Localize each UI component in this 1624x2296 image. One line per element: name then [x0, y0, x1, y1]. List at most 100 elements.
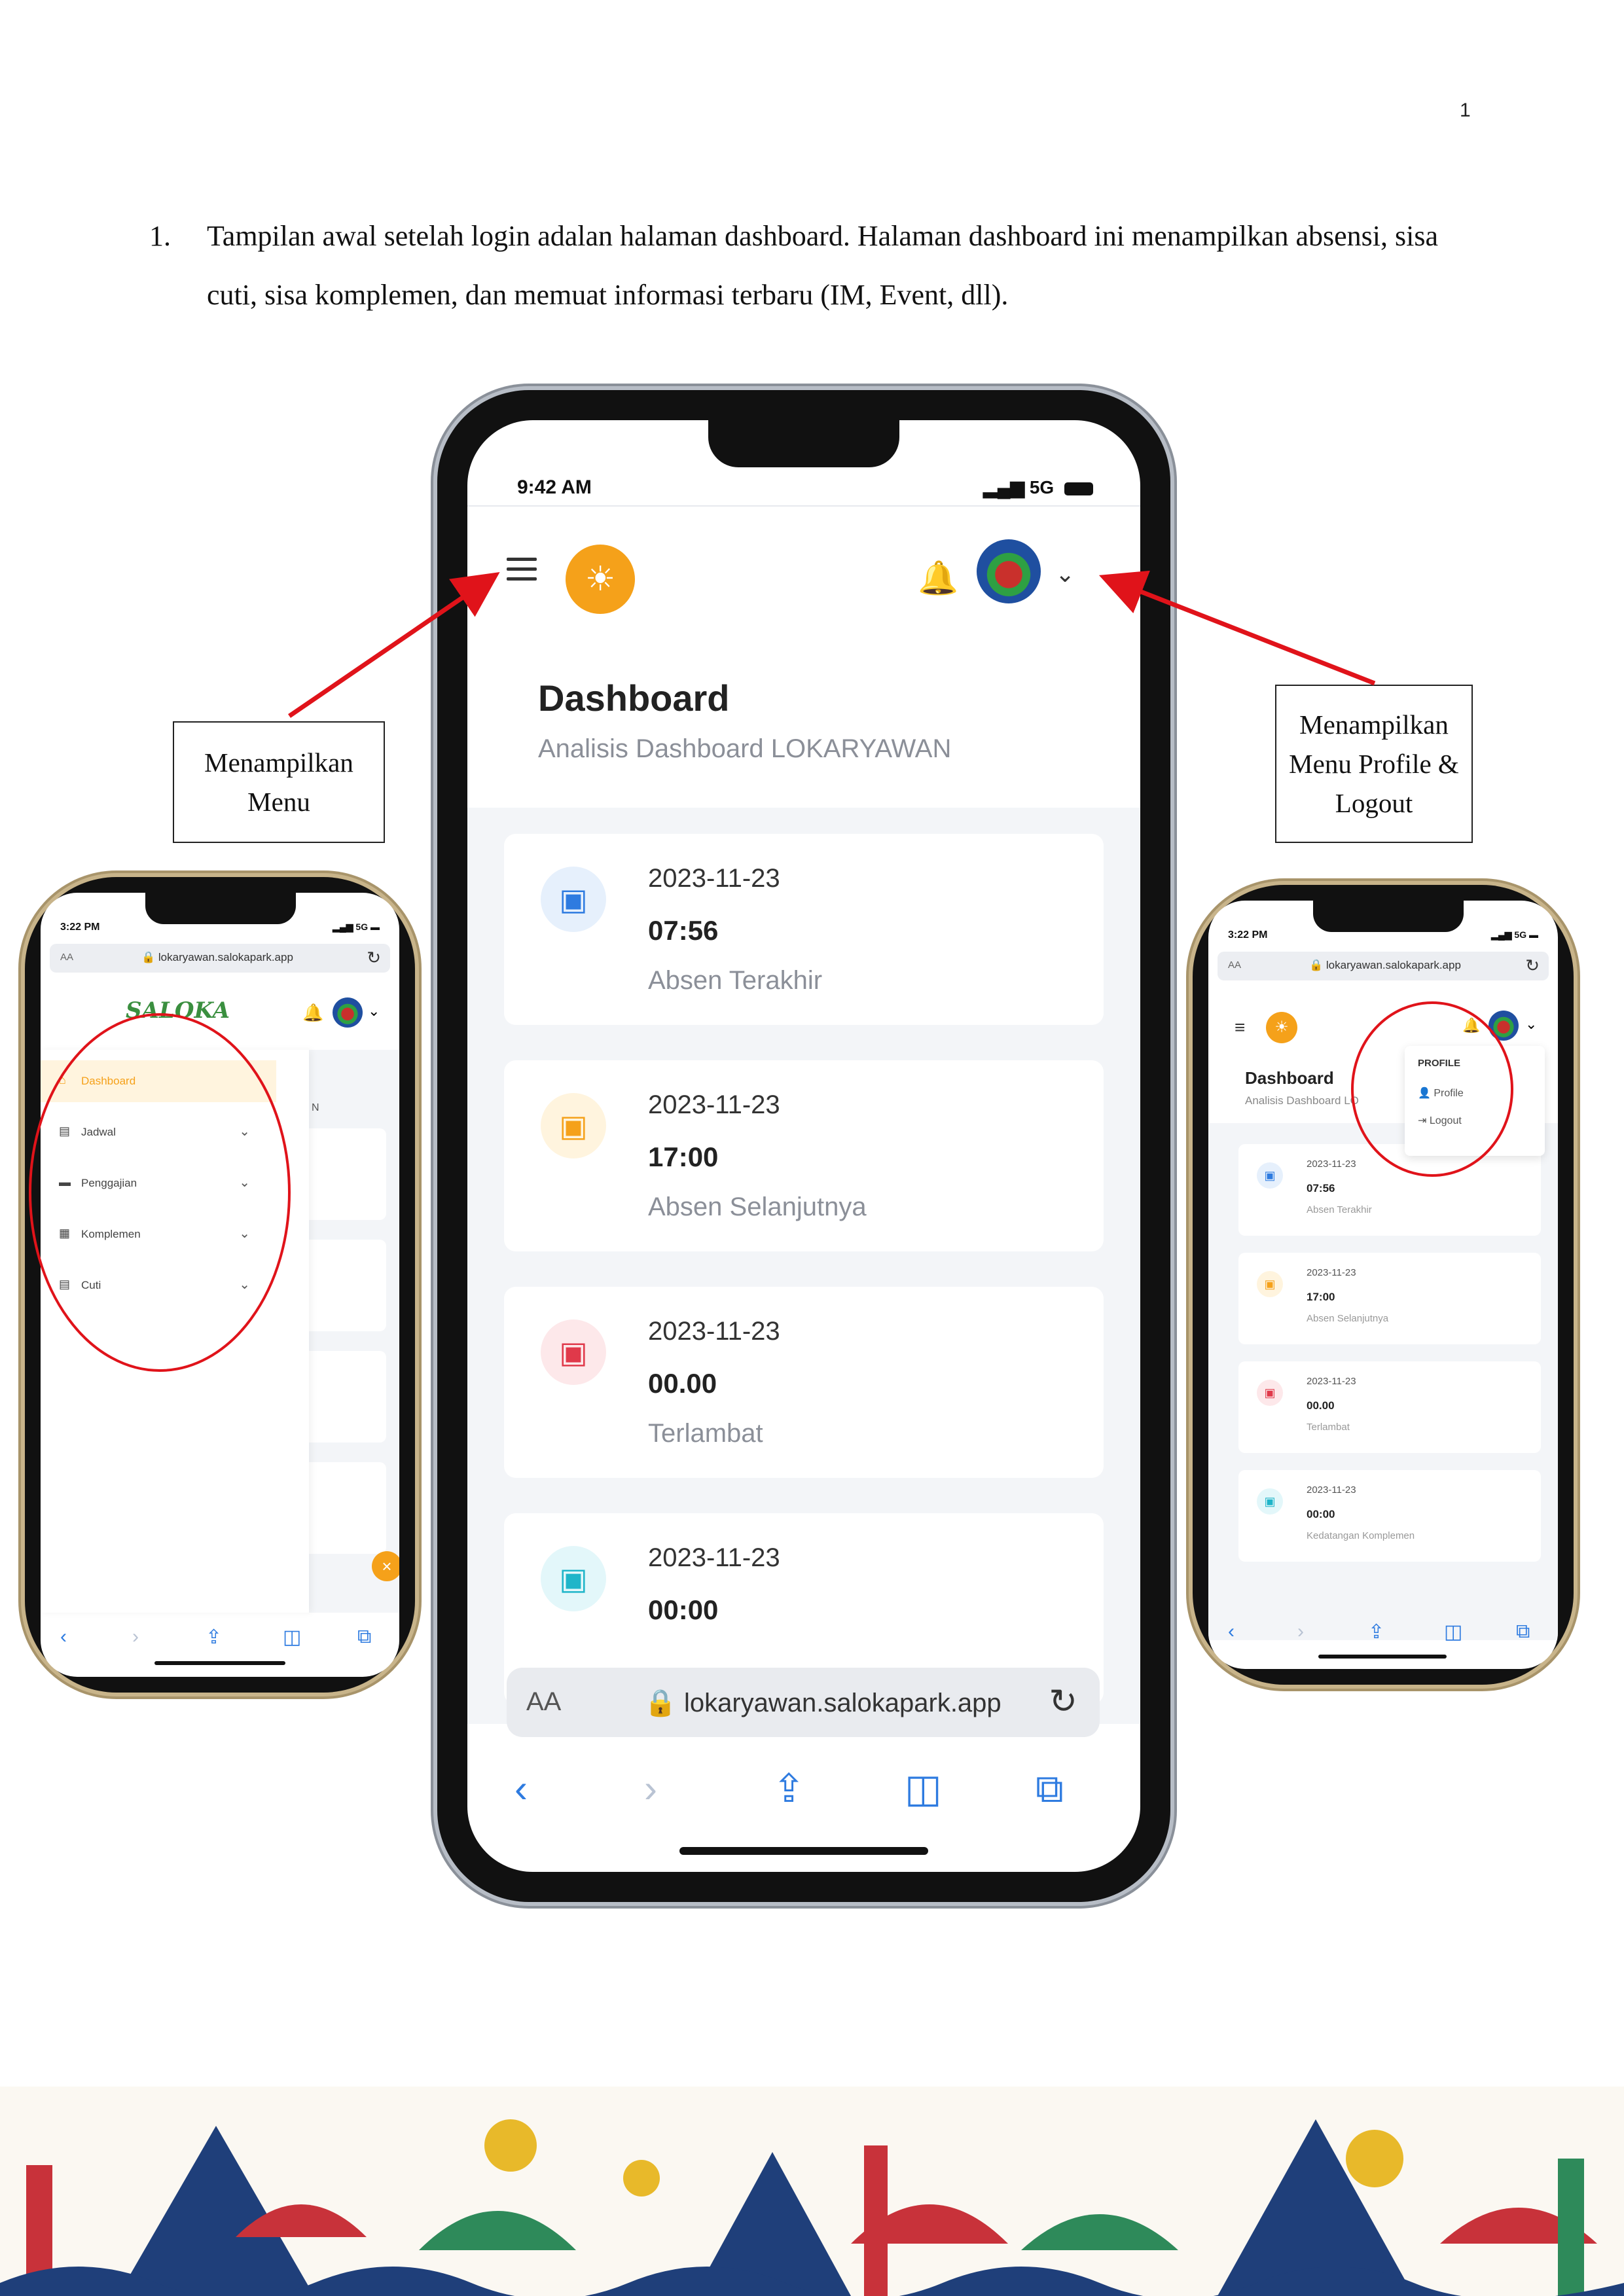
browser-address-bar[interactable]: AA 🔒 lokaryawan.salokapark.app ↻	[50, 944, 390, 973]
card-time: 17:00	[648, 1141, 719, 1172]
status-indicators: ▂▄▆ 5G ▬	[1491, 929, 1538, 940]
sidebar-item-komplemen[interactable]: ▦ Komplemen ⌄	[41, 1213, 276, 1255]
sun-logo-icon[interactable]: ☀	[1266, 1012, 1297, 1043]
callout-menu: Menampilkan Menu	[173, 721, 385, 843]
attendance-card[interactable]: ▣ 2023-11-23 07:56 Absen Terakhir	[504, 834, 1104, 1025]
right-phone-screen: 3:22 PM ▂▄▆ 5G ▬ AA 🔒 lokaryawan.salokap…	[1208, 901, 1558, 1669]
avatar[interactable]	[1489, 1011, 1519, 1041]
attendance-card[interactable]: ▣ 2023-11-23 17:00 Absen Selanjutnya	[1238, 1253, 1541, 1344]
sidebar-item-cuti[interactable]: ▤ Cuti ⌄	[41, 1265, 276, 1306]
intro-text: Tampilan awal setelah login adalan halam…	[207, 220, 1438, 311]
status-time: 9:42 AM	[517, 476, 592, 498]
tabs-icon[interactable]: ⧉	[357, 1626, 371, 1648]
sidebar-item-label: Dashboard	[81, 1075, 136, 1087]
attendance-card[interactable]: ▣ 2023-11-23 00.00 Terlambat	[504, 1287, 1104, 1478]
chevron-down-icon: ⌄	[239, 1124, 250, 1139]
card-date: 2023-11-23	[648, 1090, 780, 1119]
sidebar-item-label: Penggajian	[81, 1177, 137, 1189]
logout-menu-item[interactable]: ⇥ Logout	[1418, 1114, 1462, 1127]
reload-icon[interactable]: ↻	[1525, 956, 1540, 976]
share-icon[interactable]: ⇪	[206, 1626, 222, 1649]
sidebar-item-jadwal[interactable]: ▤ Jadwal ⌄	[41, 1111, 276, 1153]
page-subtitle: Analisis Dashboard LOKARYAWAN	[538, 734, 952, 763]
share-icon[interactable]: ⇪	[1368, 1621, 1384, 1643]
status-time: 3:22 PM	[60, 922, 100, 933]
reader-aa-button[interactable]: AA	[1228, 960, 1241, 971]
profile-dropdown: PROFILE 👤 Profile ⇥ Logout	[1405, 1046, 1545, 1156]
reader-aa-button[interactable]: AA	[526, 1687, 561, 1717]
tabs-icon[interactable]: ⧉	[1516, 1621, 1530, 1643]
dropdown-header: PROFILE	[1418, 1058, 1461, 1069]
card-time: 07:56	[1307, 1182, 1335, 1194]
share-icon[interactable]: ⇪	[772, 1766, 805, 1812]
sun-logo-icon[interactable]: ☀	[566, 545, 635, 614]
user-icon: 👤	[1418, 1088, 1431, 1099]
avatar[interactable]	[333, 997, 363, 1028]
chevron-down-icon[interactable]: ⌄	[1055, 560, 1075, 588]
main-phone: 9:42 AM ▂▄▆ 5G ☀ 🔔 ⌄ Dashboard Analisis …	[437, 390, 1170, 1902]
bookmarks-icon[interactable]: ◫	[905, 1766, 942, 1812]
forward-icon[interactable]: ›	[1297, 1621, 1304, 1643]
attendance-card[interactable]: ▣ 2023-11-23 00.00 Terlambat	[1238, 1361, 1541, 1453]
card-date: 2023-11-23	[648, 1317, 780, 1346]
url-value: lokaryawan.salokapark.app	[158, 951, 293, 963]
logout-icon: ⇥	[1418, 1115, 1427, 1126]
sidebar-item-penggajian[interactable]: ▬ Penggajian ⌄	[41, 1162, 276, 1204]
browser-address-bar[interactable]: AA 🔒 lokaryawan.salokapark.app ↻	[507, 1668, 1100, 1737]
bookmarks-icon[interactable]: ◫	[283, 1626, 301, 1649]
card-date: 2023-11-23	[1307, 1376, 1356, 1387]
sidebar: ⌂ Dashboard ▤ Jadwal ⌄ ▬ Penggajian ⌄ ▦ …	[41, 1050, 309, 1613]
calendar-plus-icon: ▣	[541, 1546, 606, 1611]
back-icon[interactable]: ‹	[514, 1766, 528, 1811]
bell-icon[interactable]: 🔔	[302, 1003, 323, 1023]
card-label: Absen Selanjutnya	[1307, 1313, 1389, 1324]
chevron-down-icon[interactable]: ⌄	[1525, 1016, 1537, 1033]
avatar[interactable]	[977, 539, 1041, 603]
card-date: 2023-11-23	[1307, 1484, 1356, 1496]
card-time: 07:56	[648, 915, 719, 946]
bell-icon[interactable]: 🔔	[1462, 1017, 1480, 1034]
sidebar-item-label: Komplemen	[81, 1228, 141, 1240]
page-backdrop	[309, 1050, 399, 1613]
home-indicator	[154, 1661, 285, 1665]
saloka-logo[interactable]: SALOKA	[126, 997, 230, 1024]
sidebar-item-dashboard[interactable]: ⌂ Dashboard	[41, 1060, 276, 1102]
calendar-check-icon: ▣	[1257, 1162, 1283, 1189]
hamburger-menu-icon[interactable]	[507, 558, 537, 581]
close-menu-icon[interactable]: ×	[372, 1551, 399, 1581]
card-placeholder	[309, 1240, 386, 1331]
browser-toolbar: ‹ › ⇪ ◫ ⧉	[467, 1749, 1140, 1834]
card-label: Absen Terakhir	[1307, 1204, 1372, 1215]
forward-icon[interactable]: ›	[644, 1766, 657, 1811]
attendance-card[interactable]: ▣ 2023-11-23 17:00 Absen Selanjutnya	[504, 1060, 1104, 1251]
network-label: 5G	[1029, 477, 1055, 497]
status-indicators: ▂▄▆ 5G	[983, 476, 1093, 498]
obscured-subtitle: N	[312, 1102, 319, 1113]
browser-address-bar[interactable]: AA 🔒 lokaryawan.salokapark.app ↻	[1218, 952, 1549, 980]
reader-aa-button[interactable]: AA	[60, 952, 73, 963]
forward-icon[interactable]: ›	[132, 1626, 139, 1648]
page-number: 1	[1460, 99, 1471, 121]
bell-icon[interactable]: 🔔	[918, 559, 958, 598]
status-time: 3:22 PM	[1228, 929, 1268, 941]
right-phone: 3:22 PM ▂▄▆ 5G ▬ AA 🔒 lokaryawan.salokap…	[1193, 885, 1574, 1685]
chevron-down-icon[interactable]: ⌄	[368, 1003, 380, 1020]
card-label: Terlambat	[648, 1419, 763, 1448]
reload-icon[interactable]: ↻	[1049, 1682, 1077, 1721]
profile-menu-item[interactable]: 👤 Profile	[1418, 1086, 1464, 1100]
reload-icon[interactable]: ↻	[367, 948, 381, 968]
attendance-card[interactable]: ▣ 2023-11-23 00:00 Kedatangan Komplemen	[1238, 1470, 1541, 1562]
chevron-down-icon: ⌄	[239, 1227, 250, 1241]
bookmarks-icon[interactable]: ◫	[1444, 1621, 1462, 1643]
card-date: 2023-11-23	[1307, 1267, 1356, 1278]
attendance-card[interactable]: ▣ 2023-11-23 07:56 Absen Terakhir	[1238, 1144, 1541, 1236]
lock-icon: 🔒	[141, 951, 156, 963]
network-label: 5G	[355, 922, 369, 932]
tabs-icon[interactable]: ⧉	[1036, 1766, 1064, 1812]
card-time: 17:00	[1307, 1291, 1335, 1303]
back-icon[interactable]: ‹	[1228, 1621, 1235, 1643]
signal-icon: ▂▄▆	[983, 477, 1025, 497]
left-phone-screen: 3:22 PM ▂▄▆ 5G ▬ AA 🔒 lokaryawan.salokap…	[41, 893, 399, 1677]
back-icon[interactable]: ‹	[60, 1626, 67, 1648]
hamburger-menu-icon[interactable]: ≡	[1235, 1017, 1245, 1038]
